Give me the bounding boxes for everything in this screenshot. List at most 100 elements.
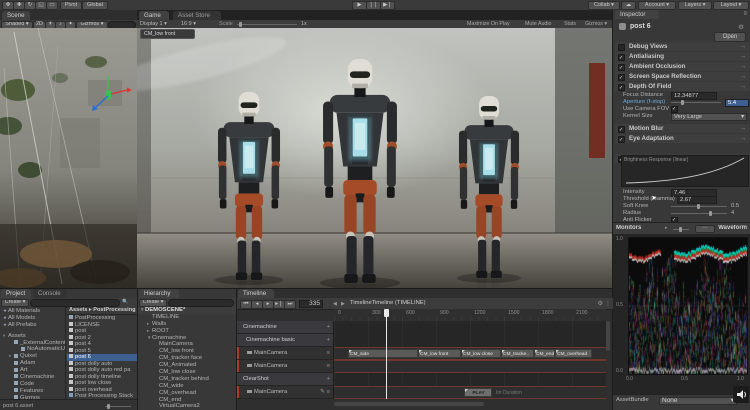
- effect-checkbox[interactable]: [618, 74, 625, 81]
- threshold-row[interactable]: Threshold (Gamma)2.67: [615, 196, 749, 203]
- timeline-asset-selector[interactable]: TimelineTimeline (TIMELINE): [350, 300, 500, 307]
- project-create-dropdown[interactable]: Create ▾: [1, 299, 29, 307]
- rect-tool-icon[interactable]: ▭: [46, 1, 58, 10]
- space-toggle[interactable]: Global: [82, 1, 108, 10]
- tab-scene[interactable]: Scene: [2, 11, 30, 20]
- aperture-slider[interactable]: [671, 102, 721, 103]
- soft-knee-row[interactable]: Soft Knee 0.5: [615, 203, 749, 210]
- cinemachine-clip[interactable]: CM_low front: [418, 349, 461, 358]
- play-clip[interactable]: PLAY: [464, 388, 492, 397]
- hierarchy-search-input[interactable]: [168, 299, 234, 307]
- open-button[interactable]: Open: [714, 32, 746, 42]
- cinemachine-clip[interactable]: CM_side: [348, 349, 418, 358]
- inspector-menu-icon[interactable]: ≡: [743, 11, 747, 17]
- timeline-track-header[interactable]: Cinemachine+: [237, 321, 333, 334]
- folder-item[interactable]: Code: [0, 381, 65, 388]
- use-camera-fov-row[interactable]: Use Camera FOV: [615, 106, 749, 113]
- timeline-hscrollbar[interactable]: [334, 402, 484, 406]
- hierarchy-item[interactable]: CM_low front: [138, 348, 237, 355]
- speaker-icon[interactable]: [733, 386, 749, 403]
- soft-knee-slider[interactable]: [671, 206, 727, 207]
- hierarchy-item[interactable]: CM_tracker behind: [138, 376, 237, 383]
- monitors-play-icon[interactable]: ▸: [665, 225, 668, 231]
- hierarchy-item[interactable]: TIMELINE: [138, 314, 237, 321]
- game-viewport[interactable]: [137, 28, 612, 288]
- collab-dropdown[interactable]: Collab ▾: [588, 1, 620, 10]
- maximize-on-play-toggle[interactable]: Maximize On Play: [467, 21, 510, 27]
- hierarchy-item[interactable]: ▸Walls: [138, 321, 237, 328]
- step-button[interactable]: ▶❘: [380, 1, 395, 10]
- tab-timeline[interactable]: Timeline: [238, 289, 274, 298]
- radius-slider[interactable]: [671, 213, 727, 214]
- hierarchy-item[interactable]: CM_wide: [138, 383, 237, 390]
- kernel-size-dropdown[interactable]: Very Large ▾: [671, 113, 747, 121]
- folder-item[interactable]: _ExternalContent: [0, 340, 65, 347]
- radius-row[interactable]: Radius 4: [615, 210, 749, 217]
- favorite-item[interactable]: ★All Models: [0, 315, 65, 322]
- fov-checkbox[interactable]: [671, 106, 678, 113]
- effect-checkbox[interactable]: [618, 54, 625, 61]
- hierarchy-item[interactable]: CM_Animated: [138, 362, 237, 369]
- tab-inspector[interactable]: Inspector: [615, 10, 659, 19]
- favorite-item[interactable]: ★All Prefabs: [0, 322, 65, 329]
- cinemachine-clip[interactable]: CM_low close: [461, 349, 501, 358]
- timeline-settings-icon[interactable]: ⚙: [598, 300, 603, 307]
- effect-section-header[interactable]: Antialiasing→: [615, 52, 749, 61]
- tab-console[interactable]: Console: [33, 289, 67, 298]
- pivot-toggle[interactable]: Pivot: [60, 1, 82, 10]
- layers-dropdown[interactable]: Layers ▾: [678, 1, 712, 10]
- layout-dropdown[interactable]: Layout ▾: [713, 1, 749, 10]
- project-search-input[interactable]: [30, 299, 120, 307]
- cinemachine-clip[interactable]: CM_end: [534, 349, 555, 358]
- tab-hierarchy[interactable]: Hierarchy: [139, 289, 179, 298]
- hierarchy-item[interactable]: CM_tracker face: [138, 355, 237, 362]
- focus-distance-row[interactable]: Focus Distance12.34877: [615, 92, 749, 99]
- breadcrumb[interactable]: Assets ▸ PostProcessing: [67, 307, 137, 315]
- effect-checkbox[interactable]: [618, 126, 625, 133]
- timeline-menu-icon[interactable]: ⋮: [605, 300, 611, 307]
- account-dropdown[interactable]: Account ▾: [638, 1, 676, 10]
- mute-audio-toggle[interactable]: Mute Audio: [525, 21, 552, 27]
- hierarchy-item[interactable]: ▸ROOT: [138, 328, 237, 335]
- hierarchy-item[interactable]: CM_low close: [138, 369, 237, 376]
- goto-end-button[interactable]: ⏭: [284, 300, 296, 309]
- hierarchy-item[interactable]: VirtualCamera2: [138, 403, 237, 410]
- folder-item[interactable]: Features: [0, 388, 65, 395]
- cinemachine-clip[interactable]: CM_tracke..: [501, 349, 534, 358]
- prev-timeline-icon[interactable]: ◀: [333, 301, 337, 307]
- effect-section-header[interactable]: Ambient Occlusion→: [615, 62, 749, 71]
- hierarchy-create-dropdown[interactable]: Create ▾: [139, 299, 167, 307]
- timeline-track-header[interactable]: MainCamera✎ ≡: [237, 386, 333, 399]
- timeline-track-header[interactable]: MainCamera≡: [237, 347, 333, 360]
- timeline-track-header[interactable]: ClearShot+: [237, 373, 333, 386]
- thumbnail-size-slider[interactable]: [105, 406, 131, 407]
- aperture-row[interactable]: Aperture (f-stop) 5.4: [615, 99, 749, 106]
- assetbundle-dropdown[interactable]: None ▾: [659, 397, 737, 405]
- hierarchy-item[interactable]: ▼DEMOSCENE*: [138, 307, 237, 314]
- next-timeline-icon[interactable]: ▶: [341, 301, 345, 307]
- cloud-icon[interactable]: ☁: [621, 1, 636, 10]
- scene-viewport[interactable]: [0, 28, 137, 288]
- tab-project[interactable]: Project: [1, 289, 31, 298]
- hierarchy-item[interactable]: ▼Cinemachine: [138, 335, 237, 342]
- hierarchy-item[interactable]: CM_end: [138, 397, 237, 404]
- dof-section-header[interactable]: Depth Of Field→: [615, 82, 749, 91]
- hierarchy-item[interactable]: MainCamera: [138, 341, 237, 348]
- folder-item[interactable]: ▸Quixel: [0, 353, 65, 360]
- clip-lane-area[interactable]: CM_sideCM_low frontCM_low closeCM_tracke…: [334, 321, 606, 399]
- pause-button[interactable]: ❘❘: [366, 1, 381, 10]
- tab-asset-store[interactable]: Asset Store: [173, 11, 221, 20]
- folder-item[interactable]: Cinemachine: [0, 374, 65, 381]
- timeline-track-header[interactable]: Cinemachine basic+: [237, 334, 333, 347]
- monitors-options[interactable]: ⋯: [695, 225, 715, 233]
- effect-section-header[interactable]: Debug Views→: [615, 42, 749, 51]
- monitors-slider[interactable]: [673, 229, 689, 230]
- timeline-vscrollbar[interactable]: [606, 321, 610, 351]
- folder-item[interactable]: NoAutomaticUpgrade: [0, 346, 65, 353]
- frame-field[interactable]: 335: [299, 300, 323, 308]
- timeline-track-header[interactable]: MainCamera≡: [237, 360, 333, 373]
- intensity-row[interactable]: Intensity7.46: [615, 189, 749, 196]
- stats-toggle[interactable]: Stats: [564, 21, 576, 27]
- bloom-curve-panel[interactable]: Brightness Response (linear): [621, 155, 749, 187]
- folder-item[interactable]: Art: [0, 367, 65, 374]
